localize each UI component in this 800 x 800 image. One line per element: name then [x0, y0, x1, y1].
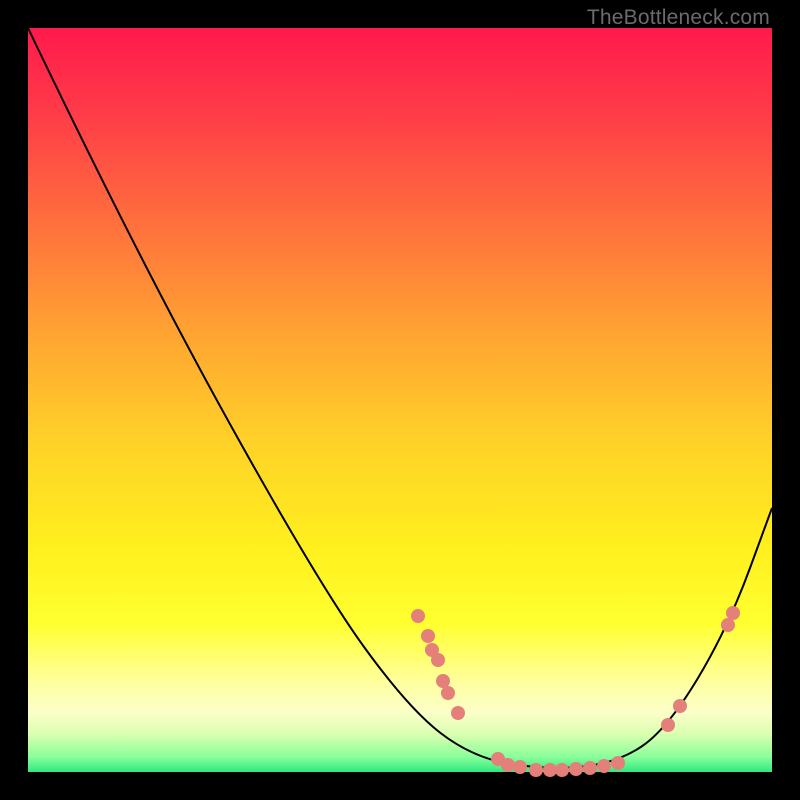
attribution-text: TheBottleneck.com: [587, 6, 770, 30]
data-dot: [431, 653, 445, 667]
data-dot: [597, 759, 611, 773]
data-dot: [543, 763, 557, 777]
data-dot: [661, 718, 675, 732]
data-dot: [721, 618, 735, 632]
data-dot: [611, 756, 625, 770]
data-dot: [529, 763, 543, 777]
data-dot: [451, 706, 465, 720]
data-dot: [726, 606, 740, 620]
data-dot: [583, 761, 597, 775]
data-dot: [555, 763, 569, 777]
data-dot: [513, 760, 527, 774]
data-dot: [441, 686, 455, 700]
bottleneck-curve: [28, 28, 772, 768]
data-dot: [411, 609, 425, 623]
data-dot: [436, 674, 450, 688]
chart-overlay: [28, 28, 772, 772]
data-dot: [421, 629, 435, 643]
data-dot: [673, 699, 687, 713]
data-dot: [501, 758, 515, 772]
data-dot: [569, 762, 583, 776]
